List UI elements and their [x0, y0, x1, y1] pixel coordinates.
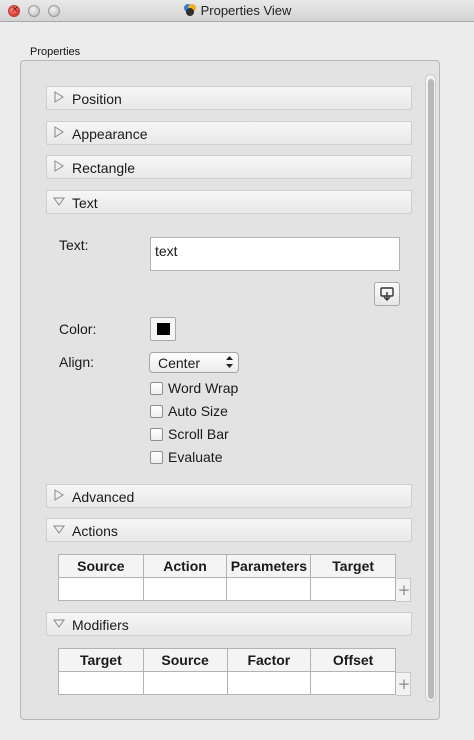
insert-text-button[interactable]	[374, 282, 400, 306]
text-input[interactable]: text	[150, 237, 400, 271]
vertical-scrollbar[interactable]	[425, 74, 436, 702]
align-label: Align:	[59, 354, 95, 370]
window-titlebar: × Properties View	[0, 0, 474, 22]
scrollbar-thumb[interactable]	[428, 79, 434, 699]
section-position-label: Position	[72, 91, 122, 107]
triangle-down-icon	[53, 619, 65, 628]
table-row[interactable]	[58, 671, 396, 695]
align-select-value: Center	[158, 355, 201, 371]
table-cell[interactable]	[142, 671, 228, 695]
modifiers-table-header: Target Source Factor Offset	[58, 648, 396, 672]
evaluate-box[interactable]	[150, 451, 163, 464]
actions-col-action[interactable]: Action	[142, 554, 228, 578]
table-cell[interactable]	[226, 671, 312, 695]
modifiers-col-factor[interactable]: Factor	[226, 648, 312, 672]
insert-text-icon	[380, 287, 394, 301]
plus-icon: +	[397, 581, 411, 599]
properties-group-label: Properties	[30, 46, 81, 58]
add-modifier-button[interactable]: +	[397, 673, 411, 695]
window-title-area: Properties View	[0, 3, 474, 20]
auto-size-box[interactable]	[150, 405, 163, 418]
word-wrap-label: Word Wrap	[168, 380, 239, 396]
triangle-right-icon	[54, 126, 64, 138]
modifiers-col-target[interactable]: Target	[58, 648, 144, 672]
auto-size-label: Auto Size	[168, 403, 228, 419]
table-cell[interactable]	[142, 577, 228, 601]
actions-col-parameters[interactable]: Parameters	[226, 554, 312, 578]
triangle-right-icon	[54, 160, 64, 172]
section-modifiers[interactable]: Modifiers	[46, 612, 412, 636]
modifiers-col-offset[interactable]: Offset	[310, 648, 396, 672]
section-advanced-label: Advanced	[72, 489, 135, 505]
table-cell[interactable]	[58, 577, 144, 601]
triangle-down-icon	[53, 525, 65, 534]
section-appearance-label: Appearance	[72, 126, 148, 142]
modifiers-table: Target Source Factor Offset	[58, 648, 396, 695]
color-label: Color:	[59, 321, 97, 337]
text-field-label: Text:	[59, 237, 89, 253]
scroll-bar-label: Scroll Bar	[168, 426, 229, 442]
evaluate-label: Evaluate	[168, 449, 223, 465]
section-text-label: Text	[72, 195, 98, 211]
word-wrap-box[interactable]	[150, 382, 163, 395]
actions-table: Source Action Parameters Target	[58, 554, 396, 601]
table-row[interactable]	[58, 577, 396, 601]
section-position[interactable]: Position	[46, 86, 412, 110]
section-actions-label: Actions	[72, 523, 118, 539]
table-cell[interactable]	[310, 671, 396, 695]
table-cell[interactable]	[310, 577, 396, 601]
add-action-button[interactable]: +	[397, 579, 411, 601]
modifiers-col-source[interactable]: Source	[142, 648, 228, 672]
plus-icon: +	[397, 675, 411, 693]
app-icon	[183, 3, 197, 20]
section-appearance[interactable]: Appearance	[46, 121, 412, 145]
triangle-down-icon	[53, 197, 65, 206]
table-cell[interactable]	[226, 577, 312, 601]
text-input-value: text	[155, 243, 178, 259]
window-title: Properties View	[200, 3, 292, 18]
table-cell[interactable]	[58, 671, 144, 695]
actions-col-target[interactable]: Target	[310, 554, 396, 578]
align-select[interactable]: Center	[149, 352, 239, 373]
section-text[interactable]: Text	[46, 190, 412, 214]
select-arrows-icon	[226, 356, 233, 368]
triangle-right-icon	[54, 489, 64, 501]
triangle-right-icon	[54, 91, 64, 103]
scroll-bar-box[interactable]	[150, 428, 163, 441]
color-well[interactable]	[150, 317, 176, 341]
section-modifiers-label: Modifiers	[72, 617, 129, 633]
section-actions[interactable]: Actions	[46, 518, 412, 542]
section-advanced[interactable]: Advanced	[46, 484, 412, 508]
section-rectangle-label: Rectangle	[72, 160, 136, 176]
section-rectangle[interactable]: Rectangle	[46, 155, 412, 179]
color-swatch	[157, 323, 170, 335]
actions-table-header: Source Action Parameters Target	[58, 554, 396, 578]
actions-col-source[interactable]: Source	[58, 554, 144, 578]
